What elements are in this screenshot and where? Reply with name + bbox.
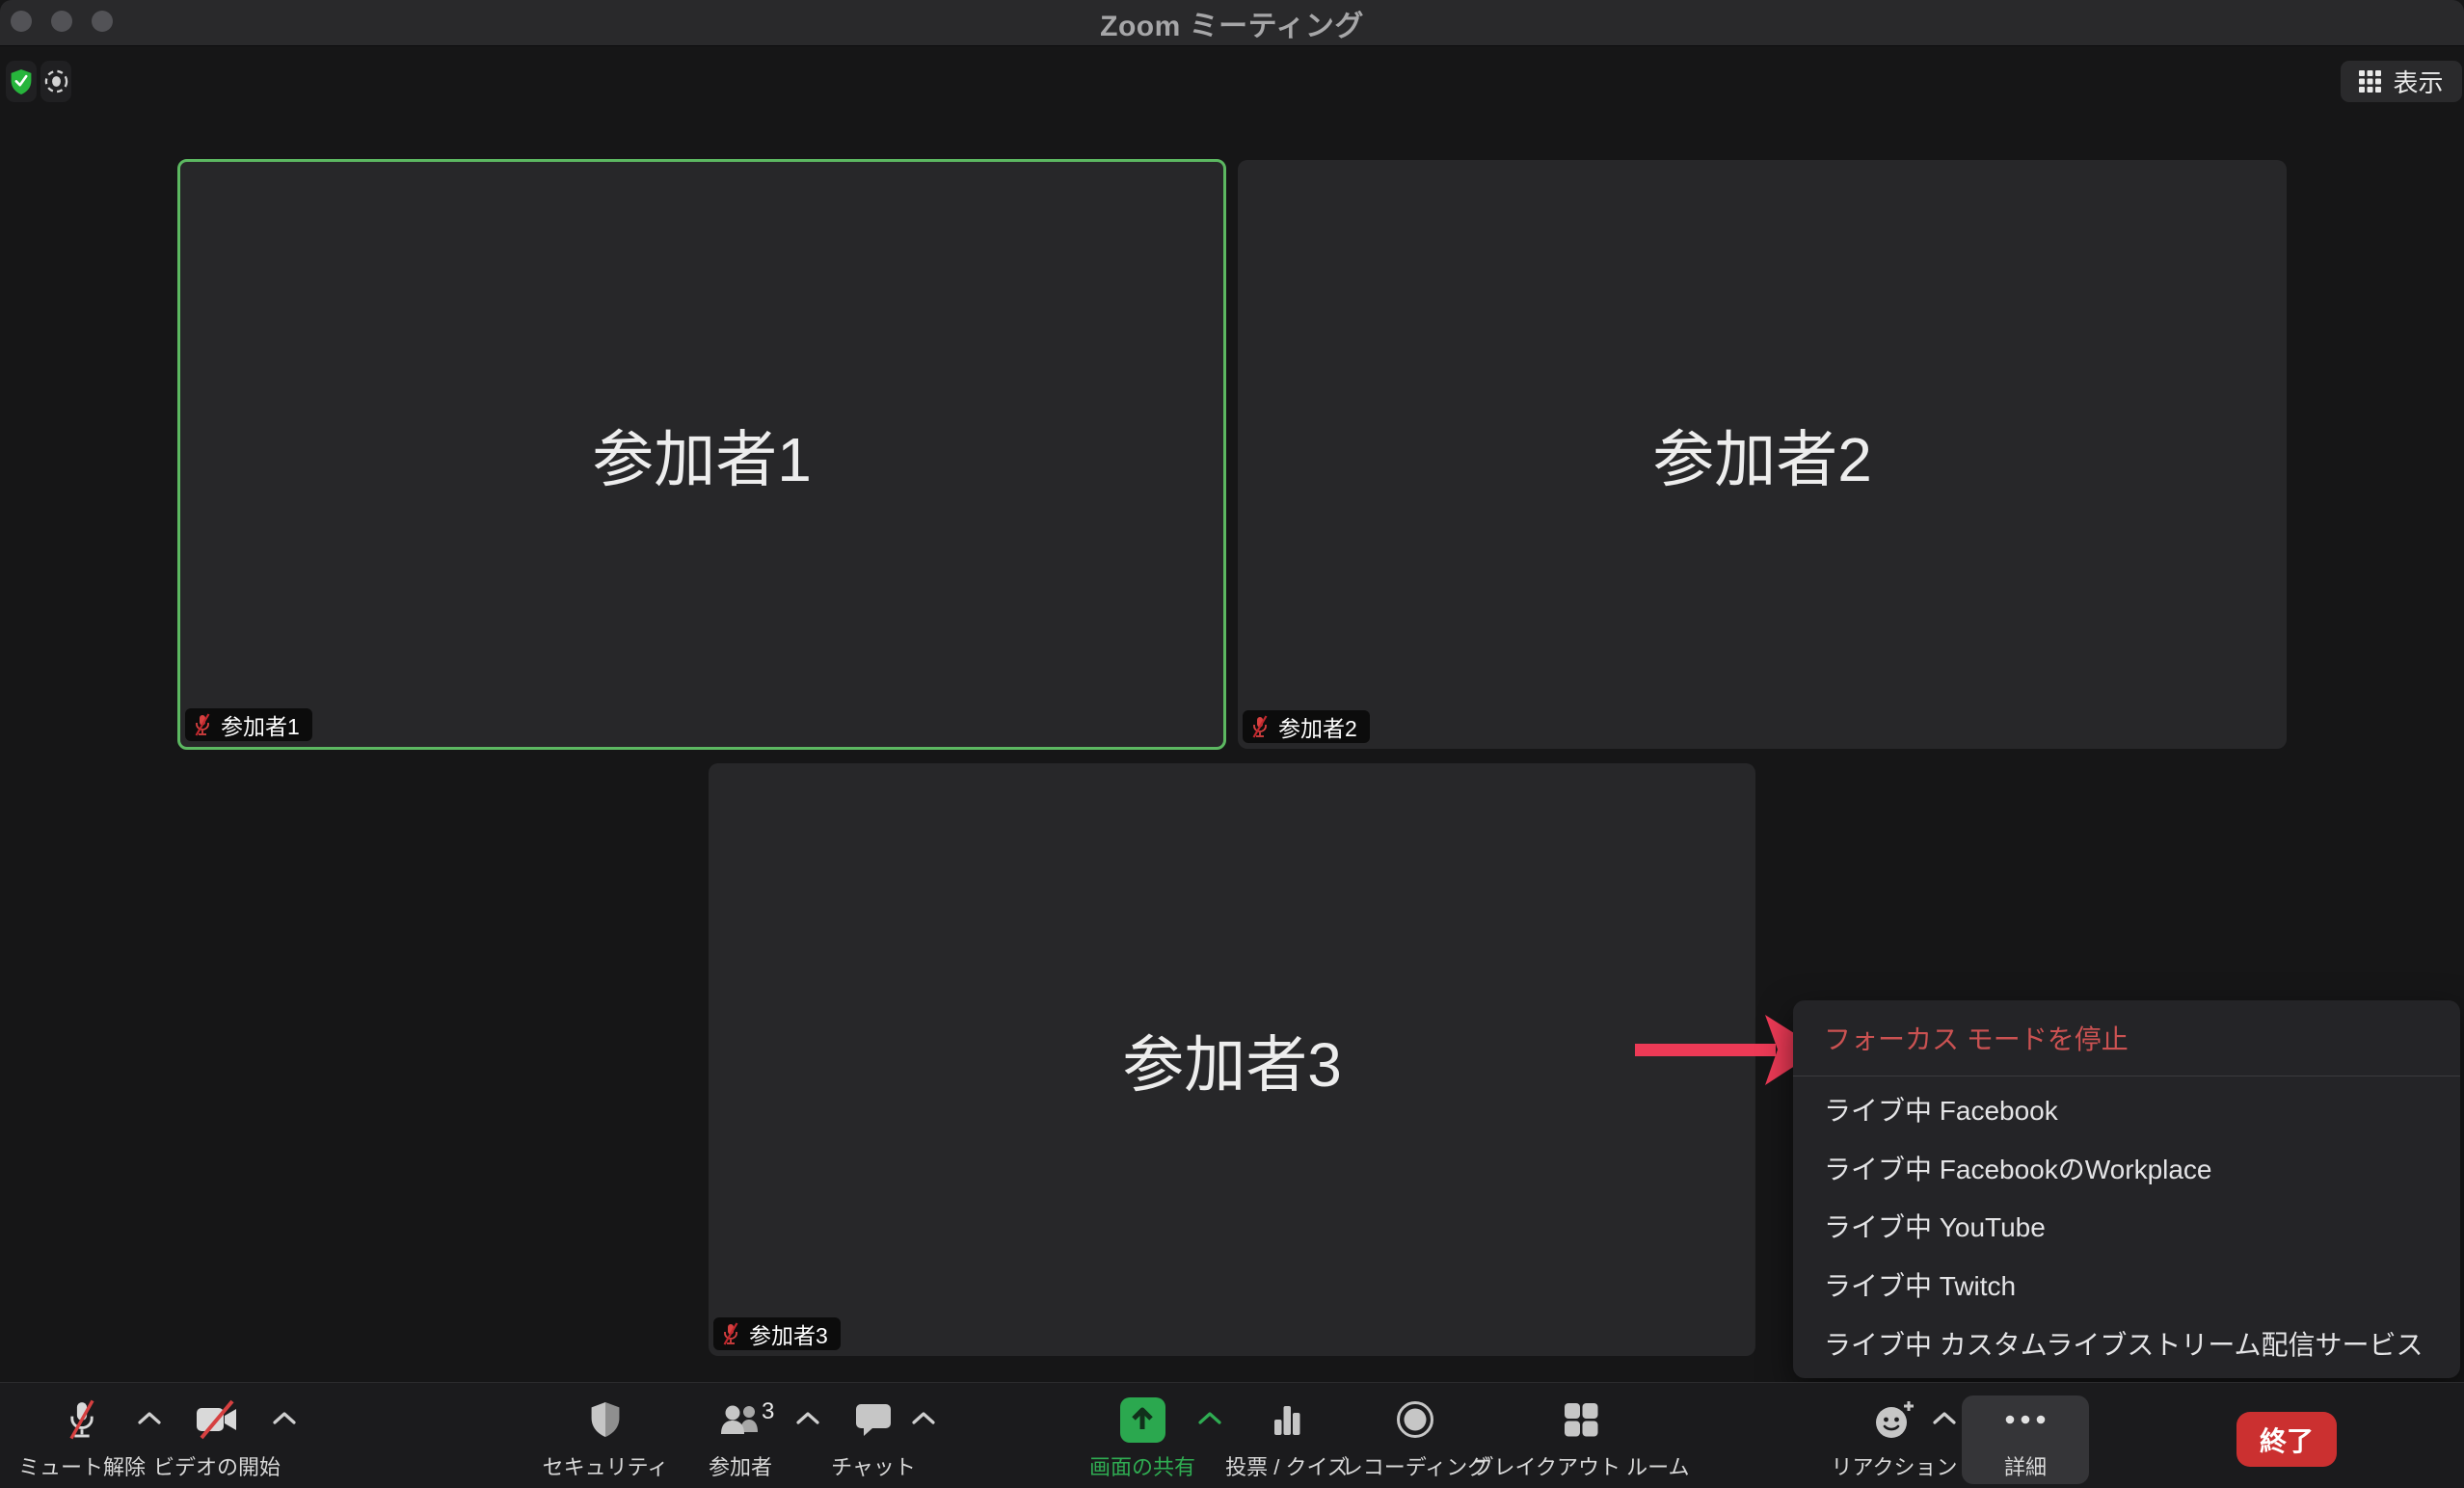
security-shield-icon	[588, 1400, 623, 1439]
participant-name-center: 参加者3	[709, 763, 1755, 1356]
camera-muted-icon	[195, 1399, 239, 1440]
grid-view-icon	[2359, 70, 2381, 93]
participant-name-center: 参加者1	[180, 162, 1223, 747]
menu-item-live-facebook-workplace[interactable]: ライブ中 FacebookのWorkplace	[1793, 1139, 2460, 1198]
record-circle-icon	[1395, 1399, 1435, 1440]
menu-item-live-youtube[interactable]: ライブ中 YouTube	[1793, 1197, 2460, 1256]
meeting-toolbar: ミュート解除 ビデオの開始	[0, 1382, 2464, 1488]
shield-check-icon	[9, 67, 34, 96]
chat-button[interactable]: チャット	[758, 1393, 989, 1481]
video-tile-participant3[interactable]: 参加者3 参加者3	[709, 763, 1755, 1356]
participant-name-badge: 参加者1	[185, 708, 312, 741]
title-bar: Zoom ミーティング	[0, 0, 2464, 46]
view-button-label: 表示	[2393, 64, 2443, 99]
start-video-button[interactable]: ビデオの開始	[101, 1393, 333, 1481]
microphone-muted-icon	[66, 1398, 98, 1441]
focus-mode-icon	[43, 68, 69, 94]
video-tile-participant1[interactable]: 参加者1 参加者1	[177, 159, 1226, 750]
share-screen-icon	[1120, 1397, 1165, 1443]
menu-item-live-custom-streaming[interactable]: ライブ中 カスタムライブストリーム配信サービス	[1793, 1314, 2460, 1372]
more-dots-icon	[2005, 1415, 2046, 1424]
breakout-rooms-button[interactable]: ブレイクアウト ルーム	[1465, 1393, 1697, 1481]
microphone-muted-icon	[721, 1321, 740, 1346]
microphone-muted-icon	[1250, 714, 1270, 739]
focus-mode-indicator-button[interactable]	[40, 61, 71, 102]
participant-name-badge: 参加者2	[1243, 710, 1370, 743]
end-meeting-button[interactable]: 終了	[2236, 1412, 2337, 1467]
menu-item-stop-focus-mode[interactable]: フォーカス モードを停止	[1793, 1000, 2460, 1076]
participant-name-badge: 参加者3	[713, 1317, 841, 1350]
breakout-rooms-icon	[1562, 1400, 1600, 1439]
menu-item-live-twitch[interactable]: ライブ中 Twitch	[1793, 1256, 2460, 1315]
participant-badge-label: 参加者3	[749, 1317, 828, 1350]
menu-item-live-facebook[interactable]: ライブ中 Facebook	[1793, 1080, 2460, 1139]
chevron-up-icon[interactable]	[912, 1412, 935, 1424]
more-button[interactable]: 詳細	[1910, 1393, 2141, 1481]
microphone-muted-icon	[193, 712, 212, 737]
participant-badge-label: 参加者2	[1278, 710, 1357, 743]
view-button[interactable]: 表示	[2341, 61, 2462, 102]
participants-icon	[717, 1400, 763, 1439]
participant-badge-label: 参加者1	[221, 708, 300, 741]
chat-bubble-icon	[854, 1401, 893, 1438]
participant-name-center: 参加者2	[1238, 160, 2287, 749]
meeting-security-info-button[interactable]	[6, 61, 37, 102]
window-title: Zoom ミーティング	[0, 0, 2464, 46]
chevron-up-icon[interactable]	[273, 1412, 296, 1424]
video-tile-participant2[interactable]: 参加者2 参加者2	[1238, 160, 2287, 749]
zoom-meeting-window: Zoom ミーティング 表示 参加者1	[0, 0, 2464, 1488]
more-options-context-menu: フォーカス モードを停止 ライブ中 Facebook ライブ中 Facebook…	[1793, 1000, 2460, 1378]
